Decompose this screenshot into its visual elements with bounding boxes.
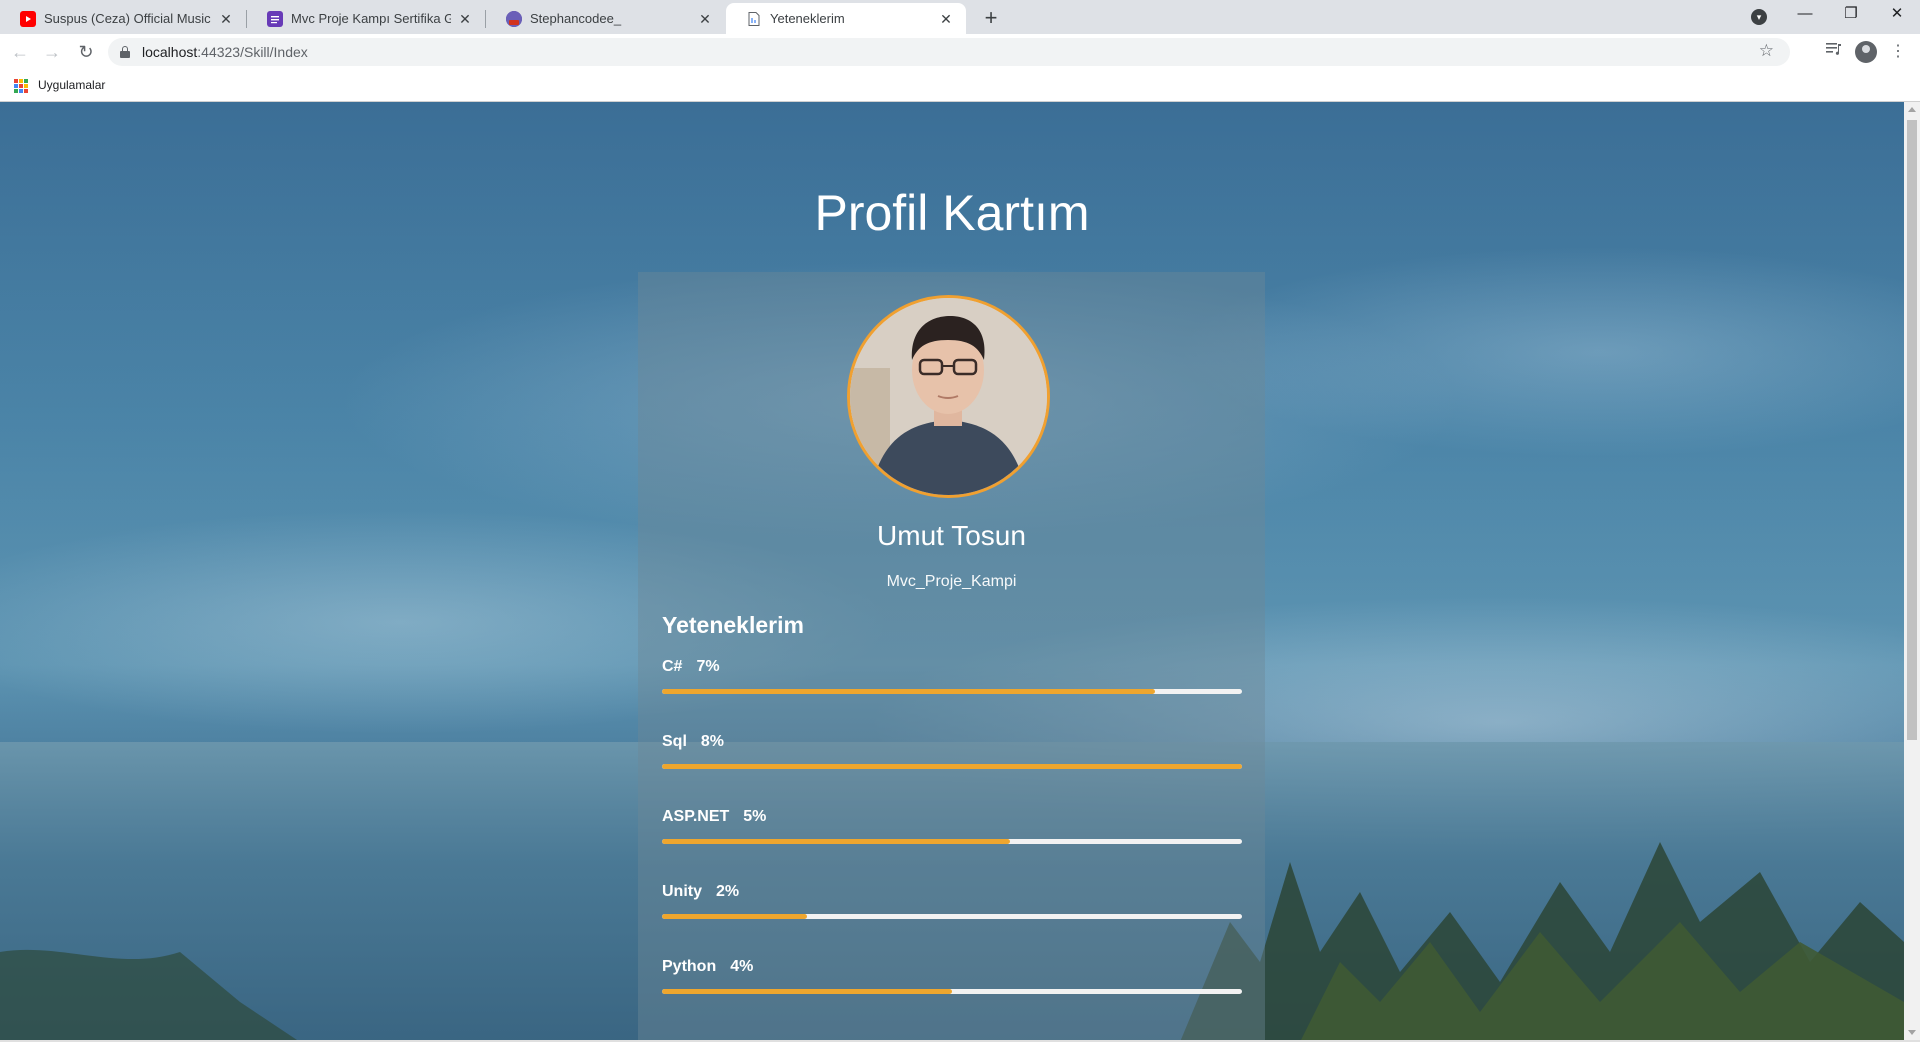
profile-avatar-icon[interactable] (1855, 41, 1877, 63)
close-tab-icon[interactable]: ✕ (938, 11, 954, 27)
skill-name: Sql (662, 733, 687, 750)
profile-name: Umut Tosun (877, 520, 1026, 551)
skill-name: Python (662, 958, 717, 975)
tab-forms[interactable]: Mvc Proje Kampı Sertifika Görev ✕ (247, 3, 485, 34)
skill-percent: 4% (730, 958, 754, 975)
skill-item: Sql 8% (662, 733, 1242, 793)
skill-label: Sql 8% (662, 733, 724, 751)
forms-icon (267, 10, 283, 27)
tab-search-icon[interactable]: ▾ (1751, 9, 1767, 25)
skill-percent: 7% (696, 658, 720, 675)
skills-heading: Yeteneklerim (662, 612, 804, 638)
skill-progress-fill (662, 689, 1155, 694)
close-tab-icon[interactable]: ✕ (697, 11, 713, 27)
skill-item: C# 7% (662, 658, 1242, 718)
skill-item: Unity 2% (662, 883, 1242, 943)
close-tab-icon[interactable]: ✕ (457, 11, 473, 27)
close-tab-icon[interactable]: ✕ (218, 11, 234, 27)
lock-icon[interactable] (120, 46, 130, 58)
media-control-icon[interactable] (1822, 40, 1846, 64)
skill-percent: 2% (716, 883, 740, 900)
skill-progress-track (662, 764, 1242, 769)
bookmark-star-icon[interactable]: ☆ (1759, 41, 1774, 61)
skill-progress-fill (662, 764, 1242, 769)
vertical-scrollbar[interactable] (1904, 102, 1920, 1040)
skill-label: C# 7% (662, 658, 720, 676)
tab-strip: Suspus (Ceza) Official Music Vide ✕ Mvc … (0, 0, 1920, 34)
profile-photo (847, 295, 1050, 498)
skill-progress-track (662, 689, 1242, 694)
close-window-button[interactable]: ✕ (1874, 0, 1920, 30)
skill-label: ASP.NET 5% (662, 808, 766, 826)
tab-title: Yeteneklerim (770, 11, 845, 26)
back-icon[interactable]: ← (8, 40, 32, 64)
page-viewport: Profil Kartım Umut Tosun Mvc_Proje_Kampi… (0, 102, 1904, 1040)
new-tab-button[interactable]: + (978, 6, 1004, 32)
twitch-avatar-icon (506, 10, 522, 27)
tab-twitch[interactable]: Stephancodee_ ✕ (486, 3, 725, 34)
skill-percent: 8% (700, 733, 725, 750)
skill-name: C# (662, 658, 683, 675)
youtube-icon (20, 10, 36, 27)
skill-progress-track (662, 839, 1242, 844)
forward-icon[interactable]: → (40, 40, 64, 64)
bookmark-apps-link[interactable]: Uygulamalar (38, 78, 105, 92)
skill-progress-track (662, 914, 1242, 919)
page-icon (746, 11, 762, 27)
bookmarks-bar: Uygulamalar (0, 70, 1920, 102)
url-text[interactable]: localhost:44323/Skill/Index (142, 44, 308, 60)
restore-button[interactable]: ❐ (1828, 0, 1874, 30)
tab-title: Stephancodee_ (530, 11, 622, 26)
skill-name: ASP.NET (662, 808, 730, 825)
profile-subtitle: Mvc_Proje_Kampi (886, 573, 1017, 590)
page-title: Profil Kartım (814, 184, 1090, 241)
browser-toolbar: ← → ↻ localhost:44323/Skill/Index ☆ ⋮ (0, 34, 1920, 70)
skill-name: Unity (662, 883, 702, 900)
skill-progress-fill (662, 914, 807, 919)
tab-title: Mvc Proje Kampı Sertifika Görev (291, 11, 451, 26)
scrollbar-thumb[interactable] (1907, 120, 1917, 740)
minimize-button[interactable]: — (1782, 0, 1828, 30)
url-path: :44323/Skill/Index (197, 44, 308, 60)
apps-grid-icon[interactable] (14, 79, 28, 93)
skill-progress-fill (662, 989, 952, 994)
tab-title: Suspus (Ceza) Official Music Vide (44, 11, 212, 26)
skill-progress-fill (662, 839, 1010, 844)
menu-dots-icon[interactable]: ⋮ (1886, 40, 1910, 64)
skill-progress-track (662, 989, 1242, 994)
tab-youtube[interactable]: Suspus (Ceza) Official Music Vide ✕ (0, 3, 246, 34)
skill-item: Python 4% (662, 958, 1242, 1018)
scroll-down-arrow-icon[interactable] (1908, 1030, 1916, 1035)
skill-item: ASP.NET 5% (662, 808, 1242, 868)
scroll-up-arrow-icon[interactable] (1908, 107, 1916, 112)
address-bar[interactable]: localhost:44323/Skill/Index ☆ (108, 38, 1790, 66)
skill-percent: 5% (743, 808, 767, 825)
skill-label: Python 4% (662, 958, 753, 976)
tab-yeteneklerim[interactable]: Yeteneklerim ✕ (726, 3, 966, 34)
reload-icon[interactable]: ↻ (74, 40, 98, 64)
skill-label: Unity 2% (662, 883, 739, 901)
profile-card: Umut Tosun Mvc_Proje_Kampi Yeteneklerim … (638, 272, 1265, 1040)
url-host: localhost (142, 44, 198, 60)
